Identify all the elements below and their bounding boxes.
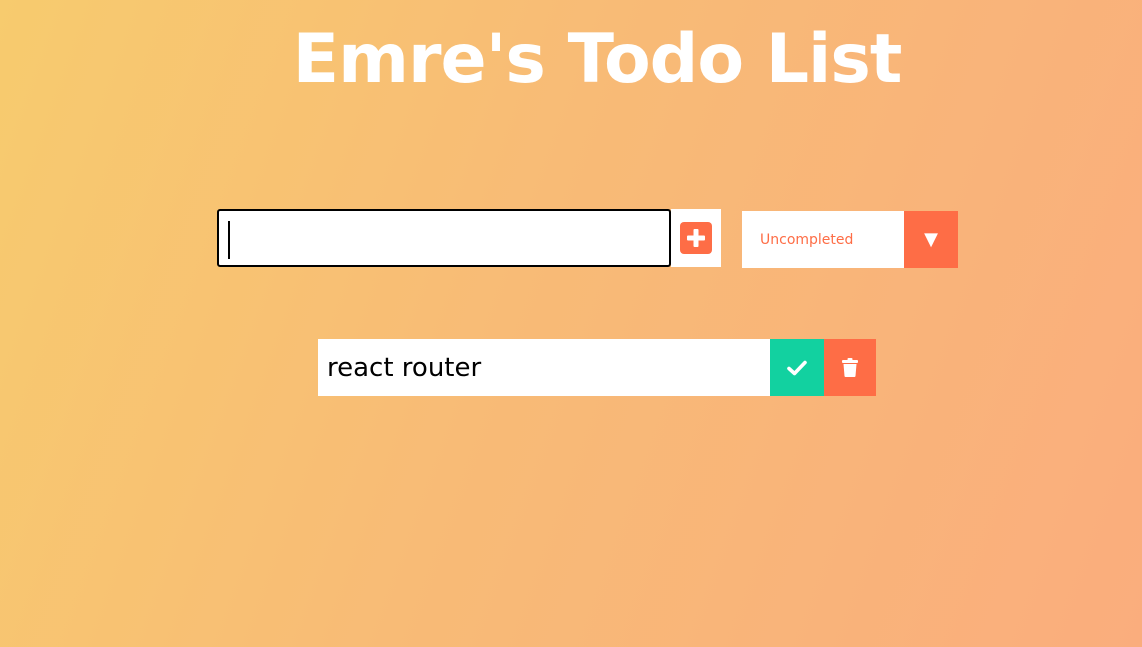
todo-item-text: react router (318, 339, 770, 396)
filter-dropdown-button[interactable]: ▼ (904, 211, 958, 268)
todo-item: react router (318, 339, 876, 396)
page-title: Emre's Todo List (292, 20, 903, 99)
check-icon (787, 360, 807, 375)
filter-select[interactable]: Uncompleted ▼ (742, 211, 958, 268)
delete-button[interactable] (824, 339, 876, 396)
trash-icon (842, 358, 858, 377)
caret-down-icon: ▼ (924, 229, 938, 250)
filter-selected-value: Uncompleted (760, 231, 854, 248)
add-todo-button[interactable] (680, 222, 712, 254)
add-todo-form (217, 209, 721, 267)
complete-button[interactable] (770, 339, 824, 396)
todo-list: react router (318, 339, 876, 396)
add-button-container (671, 209, 721, 267)
todo-input[interactable] (217, 209, 671, 267)
text-caret (228, 221, 230, 259)
plus-square-icon (687, 229, 705, 247)
